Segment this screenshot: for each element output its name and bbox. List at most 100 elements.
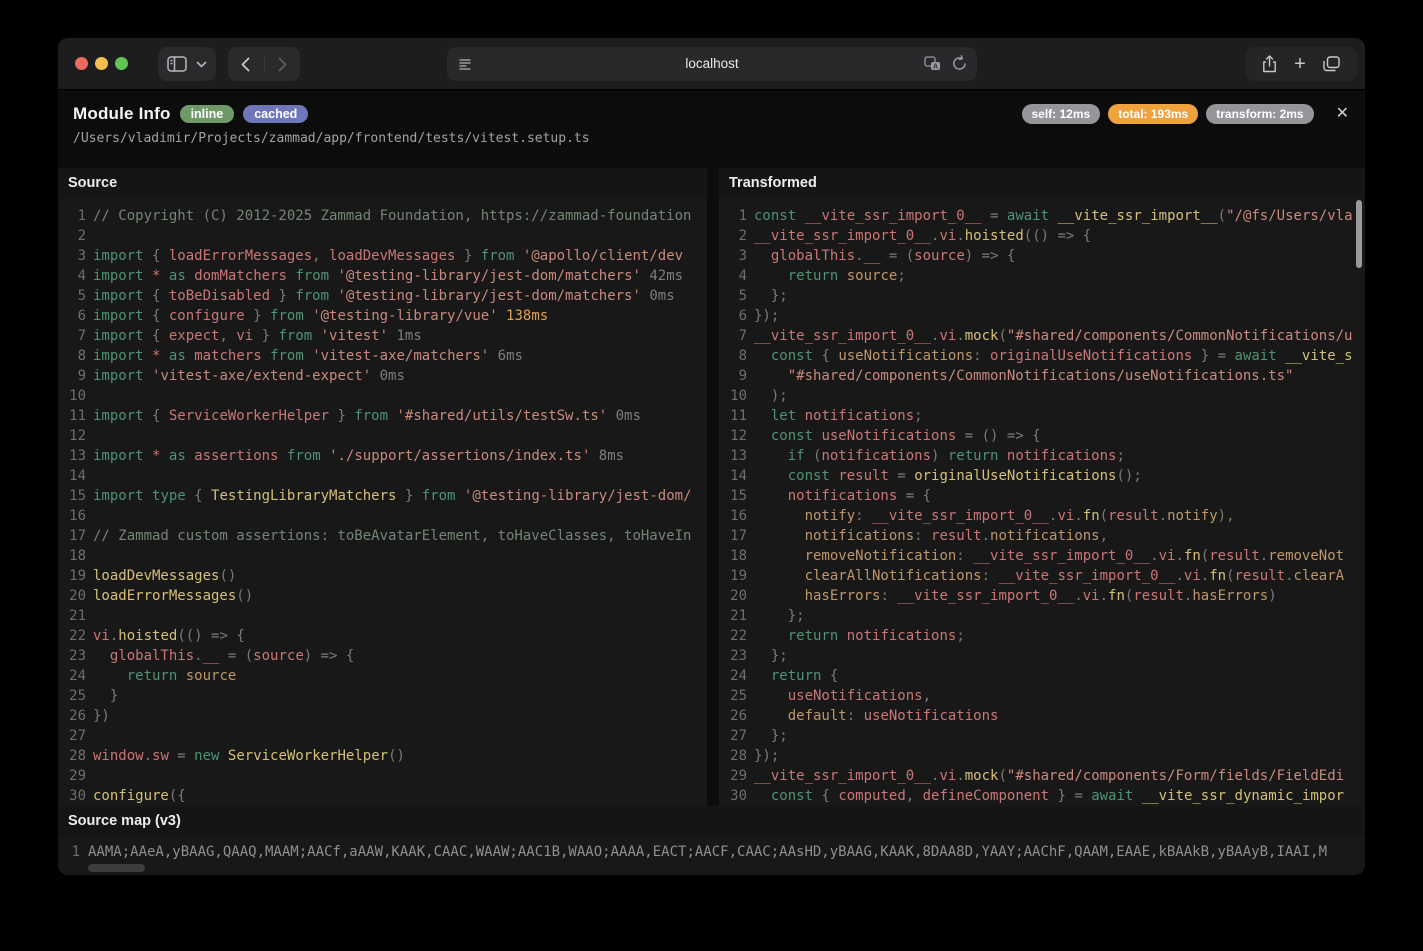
code-line: 19loadDevMessages() xyxy=(58,566,707,586)
code-line: 1// Copyright (C) 2012-2025 Zammad Found… xyxy=(58,206,707,226)
code-line: 29 xyxy=(58,766,707,786)
code-line: 17 notifications: result.notifications, xyxy=(719,526,1365,546)
code-line: 28window.sw = new ServiceWorkerHelper() xyxy=(58,746,707,766)
code-line: 6}); xyxy=(719,306,1365,326)
code-line: 24 return { xyxy=(719,666,1365,686)
code-line: 20loadErrorMessages() xyxy=(58,586,707,606)
traffic-lights xyxy=(75,57,128,70)
transformed-panel: Transformed 1const __vite_ssr_import_0__… xyxy=(719,168,1365,806)
total-time-badge: total: 193ms xyxy=(1108,104,1198,124)
code-line: 5import { toBeDisabled } from '@testing-… xyxy=(58,286,707,306)
address-bar[interactable]: localhost A xyxy=(447,47,977,81)
code-line: 1const __vite_ssr_import_0__ = await __v… xyxy=(719,206,1365,226)
code-line: 8import * as matchers from 'vitest-axe/m… xyxy=(58,346,707,366)
code-line: 2__vite_ssr_import_0__.vi.hoisted(() => … xyxy=(719,226,1365,246)
code-line: 11import { ServiceWorkerHelper } from '#… xyxy=(58,406,707,426)
code-line: 16 notify: __vite_ssr_import_0__.vi.fn(r… xyxy=(719,506,1365,526)
code-line: 3 globalThis.__ = (source) => { xyxy=(719,246,1365,266)
sourcemap-line-number: 1 xyxy=(58,842,80,862)
code-line: 12 const useNotifications = () => { xyxy=(719,426,1365,446)
sidebar-icon[interactable] xyxy=(167,56,187,72)
code-line: 27 xyxy=(58,726,707,746)
module-file-path: /Users/vladimir/Projects/zammad/app/fron… xyxy=(73,131,1349,146)
vertical-scrollbar-thumb[interactable] xyxy=(1356,200,1362,268)
code-line: 15 notifications = { xyxy=(719,486,1365,506)
code-line: 24 return source xyxy=(58,666,707,686)
transform-time-badge: transform: 2ms xyxy=(1206,104,1313,124)
code-line: 30configure({ xyxy=(58,786,707,806)
code-line: 23 globalThis.__ = (source) => { xyxy=(58,646,707,666)
horizontal-scrollbar-thumb[interactable] xyxy=(88,864,145,872)
code-line: 2 xyxy=(58,226,707,246)
tab-overview-icon[interactable] xyxy=(1323,56,1340,72)
svg-text:A: A xyxy=(933,64,938,71)
code-line: 11 let notifications; xyxy=(719,406,1365,426)
toolbar-actions-group: + xyxy=(1245,47,1357,81)
code-line: 10 xyxy=(58,386,707,406)
chevron-down-icon[interactable] xyxy=(196,61,207,68)
inline-badge: inline xyxy=(180,105,235,123)
share-icon[interactable] xyxy=(1262,55,1277,73)
sourcemap-line: 1 AAMA;AAeA,yBAAG,QAAQ,MAAM;AACf,aAAW,KA… xyxy=(58,842,1365,862)
sourcemap-code: 1 AAMA;AAeA,yBAAG,QAAQ,MAAM;AACf,aAAW,KA… xyxy=(58,836,1365,875)
code-line: 9 "#shared/components/CommonNotification… xyxy=(719,366,1365,386)
timing-badges: self: 12ms total: 193ms transform: 2ms ✕ xyxy=(1022,104,1350,124)
code-line: 28}); xyxy=(719,746,1365,766)
page-title: Module Info xyxy=(73,104,171,124)
code-line: 18 xyxy=(58,546,707,566)
code-line: 23 }; xyxy=(719,646,1365,666)
code-line: 20 hasErrors: __vite_ssr_import_0__.vi.f… xyxy=(719,586,1365,606)
reload-icon[interactable] xyxy=(952,55,967,72)
code-line: 30 const { computed, defineComponent } =… xyxy=(719,786,1365,806)
browser-window: localhost A xyxy=(58,38,1365,875)
code-line: 7__vite_ssr_import_0__.vi.mock("#shared/… xyxy=(719,326,1365,346)
forward-button[interactable] xyxy=(278,57,287,72)
nav-divider xyxy=(264,55,265,73)
new-tab-icon[interactable]: + xyxy=(1294,54,1306,74)
code-line: 8 const { useNotifications: originalUseN… xyxy=(719,346,1365,366)
code-line: 21 xyxy=(58,606,707,626)
code-line: 7import { expect, vi } from 'vitest' 1ms xyxy=(58,326,707,346)
self-time-badge: self: 12ms xyxy=(1022,104,1101,124)
code-line: 4import * as domMatchers from '@testing-… xyxy=(58,266,707,286)
code-line: 14 xyxy=(58,466,707,486)
code-line: 13 if (notifications) return notificatio… xyxy=(719,446,1365,466)
code-line: 10 ); xyxy=(719,386,1365,406)
source-panel-title: Source xyxy=(58,168,707,198)
code-line: 3import { loadErrorMessages, loadDevMess… xyxy=(58,246,707,266)
code-line: 29__vite_ssr_import_0__.vi.mock("#shared… xyxy=(719,766,1365,786)
code-line: 6import { configure } from '@testing-lib… xyxy=(58,306,707,326)
transformed-code: 1const __vite_ssr_import_0__ = await __v… xyxy=(719,198,1365,806)
close-window-button[interactable] xyxy=(75,57,88,70)
code-line: 4 return source; xyxy=(719,266,1365,286)
code-panels: Source 1// Copyright (C) 2012-2025 Zamma… xyxy=(58,168,1365,806)
code-line: 15import type { TestingLibraryMatchers }… xyxy=(58,486,707,506)
code-line: 5 }; xyxy=(719,286,1365,306)
code-line: 22 return notifications; xyxy=(719,626,1365,646)
code-line: 25 useNotifications, xyxy=(719,686,1365,706)
close-icon[interactable]: ✕ xyxy=(1336,106,1349,122)
nav-buttons-group xyxy=(228,47,300,81)
code-line: 22vi.hoisted(() => { xyxy=(58,626,707,646)
source-code: 1// Copyright (C) 2012-2025 Zammad Found… xyxy=(58,198,707,806)
zoom-window-button[interactable] xyxy=(115,57,128,70)
code-line: 27 }; xyxy=(719,726,1365,746)
code-line: 25 } xyxy=(58,686,707,706)
url-text: localhost xyxy=(447,47,977,81)
code-line: 17// Zammad custom assertions: toBeAvata… xyxy=(58,526,707,546)
source-panel: Source 1// Copyright (C) 2012-2025 Zamma… xyxy=(58,168,707,806)
module-info-header: Module Info inline cached self: 12ms tot… xyxy=(58,90,1365,168)
code-line: 14 const result = originalUseNotificatio… xyxy=(719,466,1365,486)
translate-icon[interactable]: A xyxy=(924,56,941,71)
back-button[interactable] xyxy=(241,57,250,72)
code-line: 13import * as assertions from './support… xyxy=(58,446,707,466)
sourcemap-title: Source map (v3) xyxy=(58,806,1365,836)
minimize-window-button[interactable] xyxy=(95,57,108,70)
cached-badge: cached xyxy=(243,105,308,123)
code-line: 12 xyxy=(58,426,707,446)
sidebar-toggle-group xyxy=(158,47,216,81)
sourcemap-mapping-text: AAMA;AAeA,yBAAG,QAAQ,MAAM;AACf,aAAW,KAAK… xyxy=(80,842,1327,862)
browser-toolbar: localhost A xyxy=(58,38,1365,90)
code-line: 19 clearAllNotifications: __vite_ssr_imp… xyxy=(719,566,1365,586)
code-line: 9import 'vitest-axe/extend-expect' 0ms xyxy=(58,366,707,386)
